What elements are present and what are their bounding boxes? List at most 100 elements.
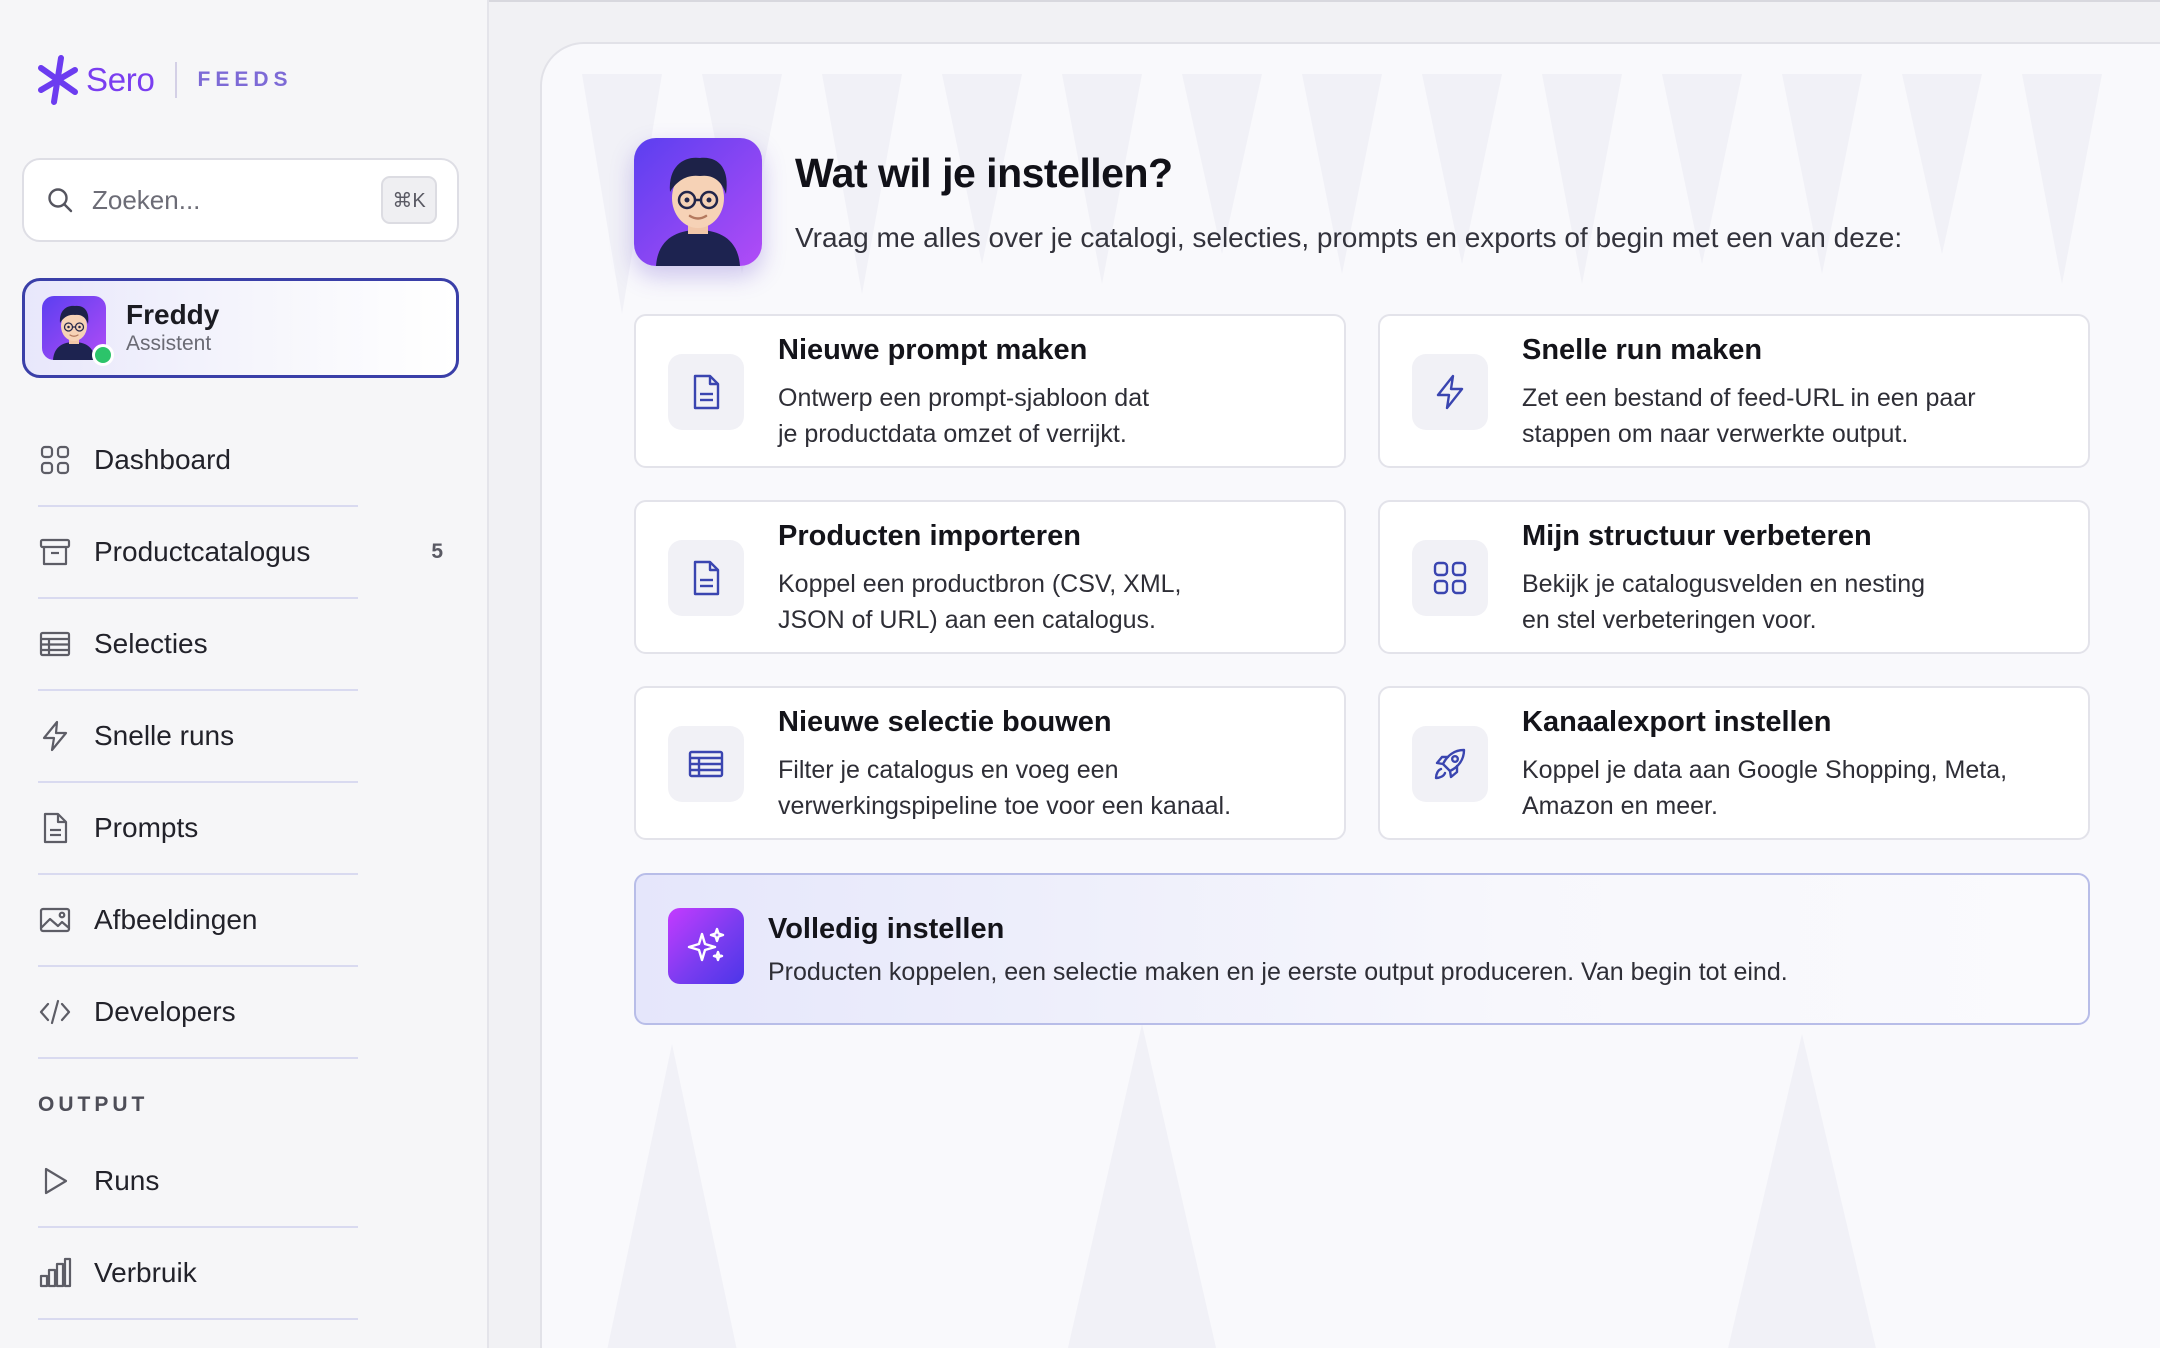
document-icon <box>43 812 68 844</box>
sidebar-item-snelle-runs[interactable]: Snelle runs <box>38 706 368 766</box>
sidebar-item-label: Afbeeldingen <box>94 904 258 935</box>
card-description-line: JSON of URL) aan een catalogus. <box>778 606 1156 634</box>
assistant-text: Freddy Assistent <box>126 299 219 357</box>
card-description-line: Zet een bestand of feed-URL in een paar <box>1522 384 1976 412</box>
nav-divider <box>38 1057 358 1059</box>
brand-product: FEEDS <box>197 68 293 91</box>
card-description: Filter je catalogus en voeg een verwerki… <box>778 752 1231 824</box>
card-description-line: Amazon en meer. <box>1522 792 1718 820</box>
nav-divider <box>38 1318 358 1320</box>
sidebar-item-label: Runs <box>94 1165 160 1196</box>
card-description: Koppel een productbron (CSV, XML, JSON o… <box>778 566 1182 638</box>
sidebar-item-label: Productcatalogus <box>94 536 311 567</box>
hero-avatar <box>634 138 762 266</box>
search-shortcut-badge: ⌘K <box>381 176 437 224</box>
card-icon-box <box>668 354 744 430</box>
document-icon <box>693 374 720 410</box>
card-description-line: Ontwerp een prompt-sjabloon dat <box>778 384 1150 412</box>
card-improve-structure[interactable]: Mijn structuur verbeteren Bekijk je cata… <box>1378 500 2090 654</box>
brand-name: Sero <box>86 61 155 98</box>
assistant-card[interactable]: Freddy Assistent <box>22 278 459 378</box>
section-title-output: OUTPUT <box>38 1093 149 1116</box>
card-new-prompt[interactable]: Nieuwe prompt maken Ontwerp een prompt-s… <box>634 314 1346 468</box>
assistant-role: Assistent <box>126 332 212 355</box>
grid-icon <box>1433 561 1467 595</box>
card-description: Zet een bestand of feed-URL in een paar … <box>1522 380 1976 452</box>
card-description-line: Koppel een productbron (CSV, XML, <box>778 570 1182 598</box>
card-title: Mijn structuur verbeteren <box>1522 520 1872 552</box>
card-quick-run[interactable]: Snelle run maken Zet een bestand of feed… <box>1378 314 2090 468</box>
card-icon-box <box>1412 354 1488 430</box>
card-description-line: en stel verbeteringen voor. <box>1522 606 1817 634</box>
brand-divider <box>174 62 177 98</box>
sidebar-item-label: Snelle runs <box>94 720 235 751</box>
card-channel-export[interactable]: Kanaalexport instellen Koppel je data aa… <box>1378 686 2090 840</box>
sidebar-item-label: Selecties <box>94 628 208 659</box>
card-icon-box <box>668 908 744 984</box>
sidebar-item-prompts[interactable]: Prompts <box>38 798 368 858</box>
lightning-icon <box>1436 374 1464 410</box>
play-icon <box>44 1167 68 1195</box>
card-full-setup[interactable]: Volledig instellen Producten koppelen, e… <box>634 873 2090 1025</box>
nav-divider <box>38 781 358 783</box>
card-title: Kanaalexport instellen <box>1522 706 1832 738</box>
page-title: Wat wil je instellen? <box>795 150 1173 196</box>
card-title: Nieuwe selectie bouwen <box>778 706 1112 738</box>
sidebar: Sero FEEDS Zoeken... ⌘K Freddy Assistent… <box>0 0 489 1348</box>
card-description-line: je productdata omzet of verrijkt. <box>778 420 1127 448</box>
sidebar-item-productcatalogus[interactable]: Productcatalogus 5 <box>38 522 443 582</box>
table-icon <box>688 750 724 778</box>
card-description: Producten koppelen, een selectie maken e… <box>768 958 1788 986</box>
sidebar-item-label: Developers <box>94 996 236 1027</box>
nav-divider <box>38 965 358 967</box>
sero-asterisk-icon <box>38 55 78 105</box>
sidebar-item-label: Verbruik <box>94 1257 197 1288</box>
card-description-line: Koppel je data aan Google Shopping, Meta… <box>1522 756 2008 784</box>
image-icon <box>39 907 71 933</box>
card-title: Snelle run maken <box>1522 334 1763 366</box>
nav-divider <box>38 689 358 691</box>
archive-icon <box>39 538 71 566</box>
sidebar-item-afbeeldingen[interactable]: Afbeeldingen <box>38 890 368 950</box>
card-description-line: stappen om naar verwerkte output. <box>1522 420 1909 448</box>
card-description: Koppel je data aan Google Shopping, Meta… <box>1522 752 2007 824</box>
assistant-name: Freddy <box>126 299 220 330</box>
avatar-illustration-icon <box>634 138 762 266</box>
assistant-avatar <box>42 296 114 366</box>
nav-divider <box>38 873 358 875</box>
nav-divider <box>38 505 358 507</box>
card-description-line: Filter je catalogus en voeg een <box>778 756 1119 784</box>
sidebar-item-verbruik[interactable]: Verbruik <box>38 1243 368 1303</box>
card-title: Volledig instellen <box>768 913 1005 945</box>
card-description: Bekijk je catalogusvelden en nesting en … <box>1522 566 1925 638</box>
card-icon-box <box>1412 726 1488 802</box>
card-title: Nieuwe prompt maken <box>778 334 1088 366</box>
search-icon <box>48 188 73 213</box>
card-import-products[interactable]: Producten importeren Koppel een productb… <box>634 500 1346 654</box>
document-icon <box>693 560 720 596</box>
sidebar-item-count: 5 <box>431 540 443 563</box>
app-window: Sero FEEDS Zoeken... ⌘K Freddy Assistent… <box>0 0 2160 1348</box>
page-subtitle: Vraag me alles over je catalogi, selecti… <box>795 222 1903 253</box>
code-icon <box>39 999 71 1025</box>
sidebar-item-developers[interactable]: Developers <box>38 982 368 1042</box>
card-description-line: Bekijk je catalogusvelden en nesting <box>1522 570 1926 598</box>
bar-chart-icon <box>39 1257 72 1288</box>
sidebar-item-label: Dashboard <box>94 444 231 475</box>
grid-icon <box>40 445 70 475</box>
card-new-selection[interactable]: Nieuwe selectie bouwen Filter je catalog… <box>634 686 1346 840</box>
card-description-line: verwerkingspipeline toe voor een kanaal. <box>778 792 1232 820</box>
nav-divider <box>38 1226 358 1228</box>
search-box[interactable]: Zoeken... ⌘K <box>22 158 459 242</box>
rocket-icon <box>1434 748 1466 780</box>
sidebar-item-runs[interactable]: Runs <box>38 1151 368 1211</box>
brand-logo[interactable]: Sero FEEDS <box>37 50 293 110</box>
card-icon-box <box>1412 540 1488 616</box>
search-input[interactable]: Zoeken... <box>92 185 381 216</box>
online-status-dot <box>92 344 114 366</box>
sidebar-item-label: Prompts <box>94 812 199 843</box>
lightning-icon <box>42 720 68 752</box>
sidebar-item-dashboard[interactable]: Dashboard <box>38 430 368 490</box>
sidebar-item-selecties[interactable]: Selecties <box>38 614 368 674</box>
card-icon-box <box>668 540 744 616</box>
